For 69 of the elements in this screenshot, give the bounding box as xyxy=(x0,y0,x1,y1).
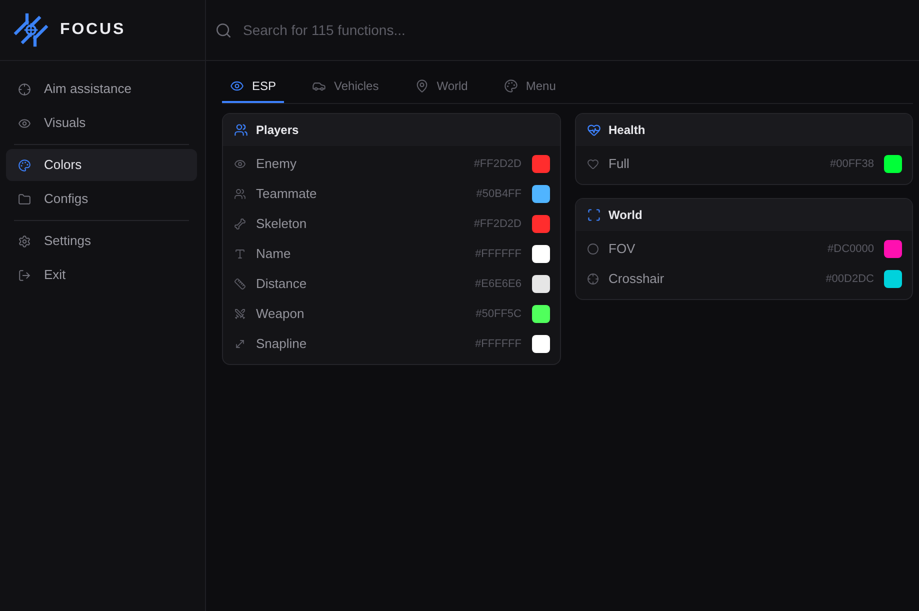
search-icon xyxy=(215,22,232,38)
settings-icon xyxy=(18,234,31,248)
swords-icon xyxy=(234,308,246,320)
color-swatch-icon[interactable] xyxy=(532,155,550,173)
folder-icon xyxy=(18,192,31,206)
hex-value: #00FF38 xyxy=(830,156,874,172)
row-label: Enemy xyxy=(256,155,298,174)
sidebar-item[interactable]: Aim assistance xyxy=(6,73,197,105)
color-swatch-icon[interactable] xyxy=(884,240,902,258)
palette-icon xyxy=(18,158,31,172)
color-swatch-icon[interactable] xyxy=(532,215,550,233)
row-label: Teammate xyxy=(256,185,318,204)
brand-name: FOCUS xyxy=(60,20,126,40)
text-icon xyxy=(234,248,246,260)
sidebar-item[interactable]: Exit xyxy=(6,259,197,291)
row-label: Crosshair xyxy=(608,270,666,288)
sidebar-item[interactable]: Colors xyxy=(6,149,197,181)
color-swatch-icon[interactable] xyxy=(532,245,550,263)
crosshair-icon xyxy=(586,273,598,285)
row-label: Snapline xyxy=(256,335,308,354)
hex-value: #50FF5C xyxy=(476,306,522,322)
search-field[interactable]: Search for 115 functions... xyxy=(243,12,903,48)
color-swatch-icon[interactable] xyxy=(532,335,550,353)
palette-icon xyxy=(504,78,518,92)
eye-icon xyxy=(230,78,244,92)
row-label: Full xyxy=(608,155,630,174)
users-icon xyxy=(234,123,248,137)
hex-value: #50B4FF xyxy=(476,186,522,202)
row-label: Weapon xyxy=(256,305,306,324)
card-title: Health xyxy=(608,122,646,139)
color-swatch-icon[interactable] xyxy=(532,275,550,293)
hex-value: #FFFFFF xyxy=(475,246,522,262)
row-label: Name xyxy=(256,245,292,264)
row-label: Distance xyxy=(256,275,308,294)
color-swatch-icon[interactable] xyxy=(884,155,902,173)
heart-pulse-icon xyxy=(586,123,600,137)
row-label: Skeleton xyxy=(256,215,308,234)
card-title: World xyxy=(608,207,642,224)
hex-value: #FF2D2D xyxy=(474,156,522,172)
sidebar-item[interactable]: Configs xyxy=(6,183,197,215)
tab[interactable]: Vehicles xyxy=(304,70,387,103)
tab[interactable]: Menu xyxy=(496,70,564,103)
bone-icon xyxy=(234,218,246,230)
card-title: Players xyxy=(256,122,299,139)
hex-value: #DC0000 xyxy=(828,242,874,257)
sidebar-item[interactable]: Visuals xyxy=(6,107,197,139)
tab[interactable]: ESP xyxy=(222,70,284,103)
hex-value: #00D2DC xyxy=(826,272,874,287)
row-label: FOV xyxy=(608,240,636,258)
users-icon xyxy=(234,188,246,200)
hex-value: #FFFFFF xyxy=(475,336,522,352)
scan-corners-icon xyxy=(586,208,600,222)
sidebar-item[interactable]: Settings xyxy=(6,225,197,257)
eye-icon xyxy=(234,158,246,170)
tab[interactable]: World xyxy=(406,70,476,103)
exit-icon xyxy=(18,268,31,282)
diagonal-arrow-icon xyxy=(234,338,246,350)
logo-icon xyxy=(13,12,49,48)
map-pin-icon xyxy=(414,78,429,92)
color-swatch-icon[interactable] xyxy=(532,305,550,323)
color-swatch-icon[interactable] xyxy=(532,185,550,203)
circle-icon xyxy=(586,243,598,255)
heart-icon xyxy=(586,158,598,170)
ruler-icon xyxy=(234,278,246,290)
hex-value: #FF2D2D xyxy=(474,216,522,232)
eye-icon xyxy=(18,116,31,130)
hex-value: #E6E6E6 xyxy=(475,276,522,292)
crosshair-icon xyxy=(18,82,31,96)
color-swatch-icon[interactable] xyxy=(884,270,902,288)
